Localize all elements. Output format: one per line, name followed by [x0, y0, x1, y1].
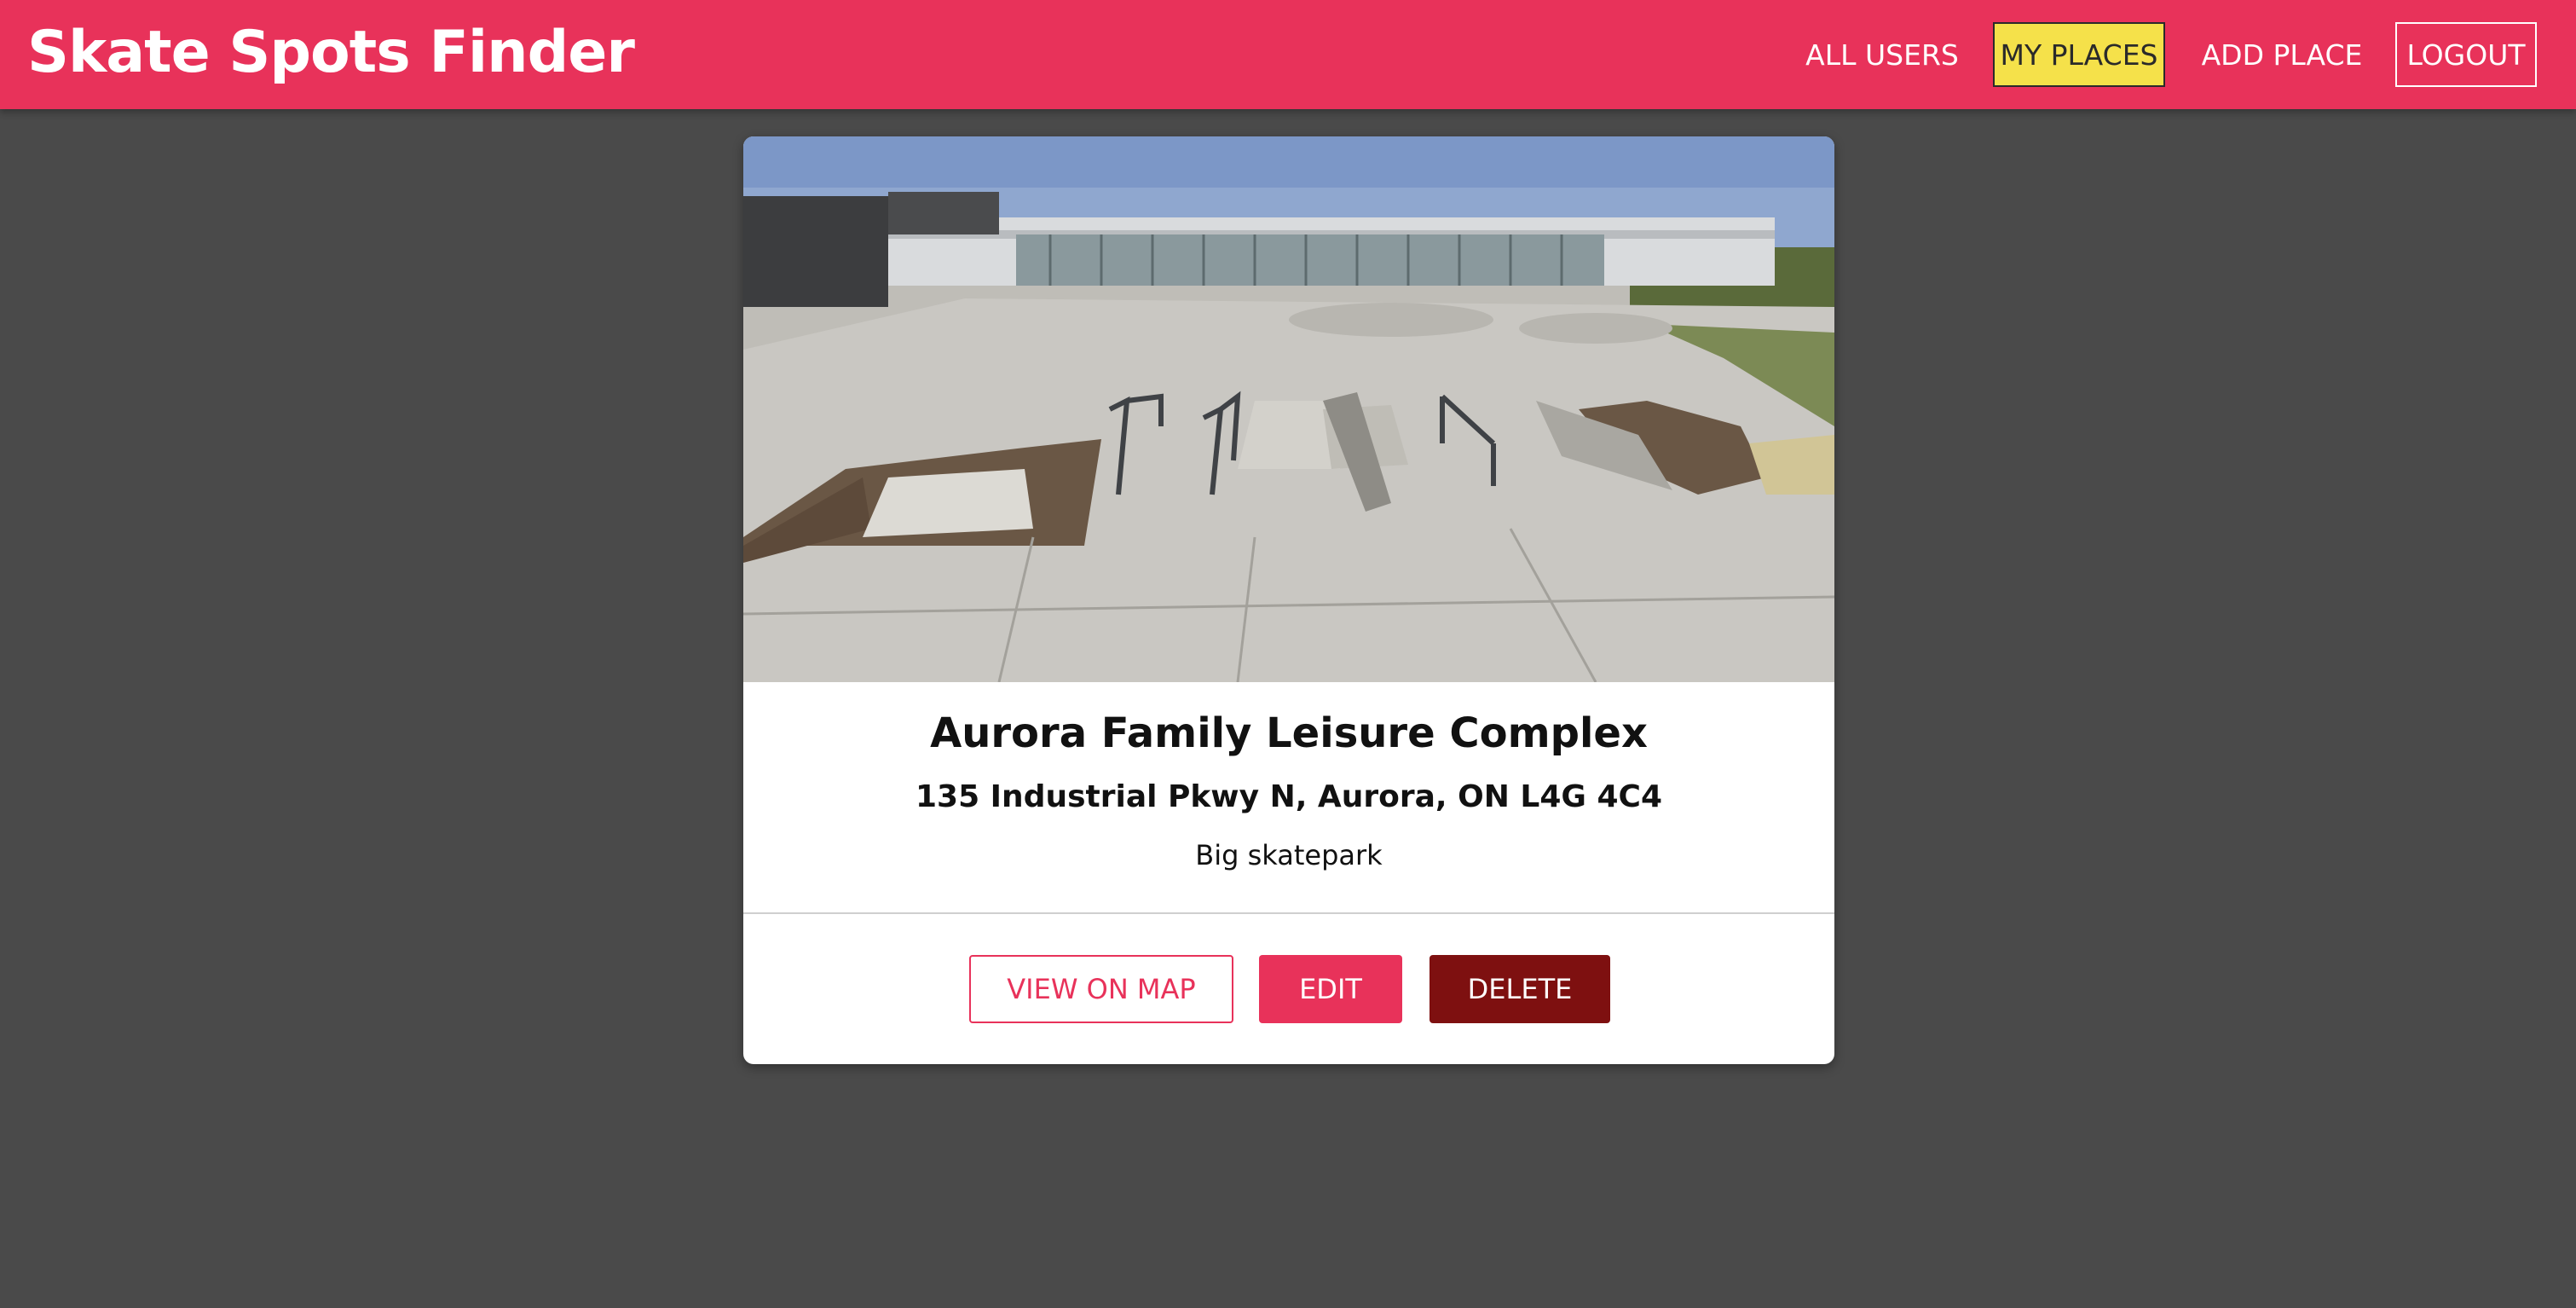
edit-button[interactable]: EDIT — [1259, 955, 1402, 1023]
nav-my-places[interactable]: MY PLACES — [1993, 22, 2165, 87]
place-description: Big skatepark — [1195, 839, 1383, 871]
place-photo — [743, 136, 1834, 682]
card-divider — [743, 912, 1834, 914]
logout-button[interactable]: LOGOUT — [2395, 22, 2537, 87]
top-nav-bar: Skate Spots Finder ALL USERS MY PLACES A… — [0, 0, 2576, 109]
place-title: Aurora Family Leisure Complex — [930, 709, 1648, 757]
nav-all-users[interactable]: ALL USERS — [1795, 22, 1969, 87]
place-card: Aurora Family Leisure Complex 135 Indust… — [743, 136, 1834, 1064]
view-on-map-button[interactable]: VIEW ON MAP — [969, 955, 1233, 1023]
place-address: 135 Industrial Pkwy N, Aurora, ON L4G 4C… — [915, 779, 1662, 814]
app-title[interactable]: Skate Spots Finder — [27, 19, 635, 86]
delete-button[interactable]: DELETE — [1430, 955, 1610, 1023]
nav-add-place[interactable]: ADD PLACE — [2191, 22, 2373, 87]
